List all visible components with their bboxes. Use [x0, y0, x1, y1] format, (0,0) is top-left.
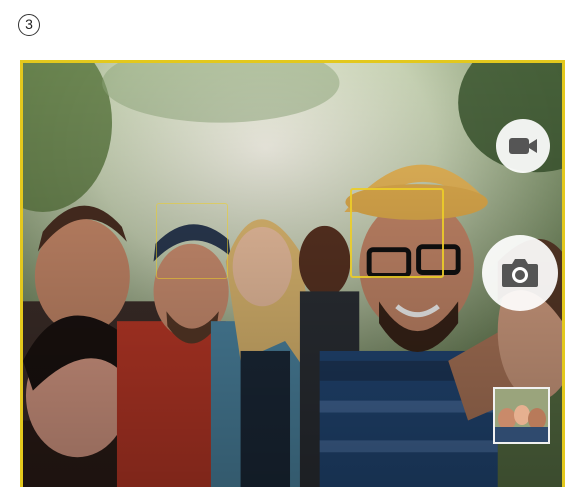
focus-frame: [350, 188, 444, 278]
camera-viewfinder[interactable]: [20, 60, 565, 487]
gallery-thumbnail[interactable]: [493, 387, 550, 444]
video-camera-icon: [509, 138, 537, 154]
camera-icon: [502, 259, 538, 287]
face-detect-frame: [156, 203, 228, 279]
video-mode-button[interactable]: [496, 119, 550, 173]
gallery-thumbnail-image: [495, 389, 548, 442]
step-number-badge: 3: [18, 14, 40, 36]
shutter-button[interactable]: [482, 235, 558, 311]
